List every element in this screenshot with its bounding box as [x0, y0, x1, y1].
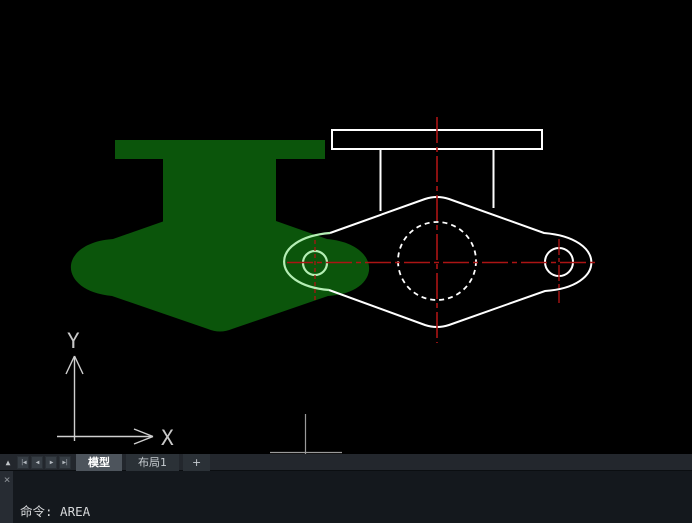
- tab-new-layout-button[interactable]: +: [183, 454, 210, 471]
- model-space-viewport[interactable]: Y X: [0, 0, 692, 454]
- tab-model[interactable]: 模型: [76, 454, 122, 471]
- ucs-x-label: X: [161, 426, 174, 450]
- ucs-y-label: Y: [67, 329, 80, 353]
- part-outline-entities[interactable]: [329, 130, 591, 327]
- layout-tab-bar: ▲ |◀ ◀ ▶ ▶| 模型 布局1 +: [0, 454, 692, 471]
- tab-nav-last-button[interactable]: ▶|: [59, 456, 71, 469]
- tabbar-expand-button[interactable]: ▲: [0, 455, 16, 470]
- tab-layout1[interactable]: 布局1: [126, 454, 179, 471]
- centerline-entities[interactable]: [287, 117, 597, 343]
- command-history[interactable]: 命令: AREA 指定第一点或 [对象(O)/添加(A)/减去(S)]<对象(O…: [20, 473, 685, 523]
- tab-nav-first-button[interactable]: |◀: [17, 456, 29, 469]
- cad-window: Y X ▲ |◀ ◀ ▶ ▶| 模型 布局1 + × 命令: AREA 指定第一…: [0, 0, 692, 523]
- command-line-1: 命令: AREA: [20, 504, 685, 519]
- ucs-icon: Y X: [57, 329, 174, 450]
- tab-nav-next-button[interactable]: ▶: [45, 456, 57, 469]
- command-line-gutter: ×: [0, 471, 13, 523]
- green-region-entity[interactable]: [71, 140, 369, 332]
- tab-nav-prev-button[interactable]: ◀: [31, 456, 43, 469]
- close-icon[interactable]: ×: [1, 474, 13, 486]
- crosshair-cursor: [270, 414, 342, 454]
- drawing-canvas[interactable]: Y X: [0, 0, 692, 454]
- command-line-panel[interactable]: × 命令: AREA 指定第一点或 [对象(O)/添加(A)/减去(S)]<对象…: [0, 471, 692, 523]
